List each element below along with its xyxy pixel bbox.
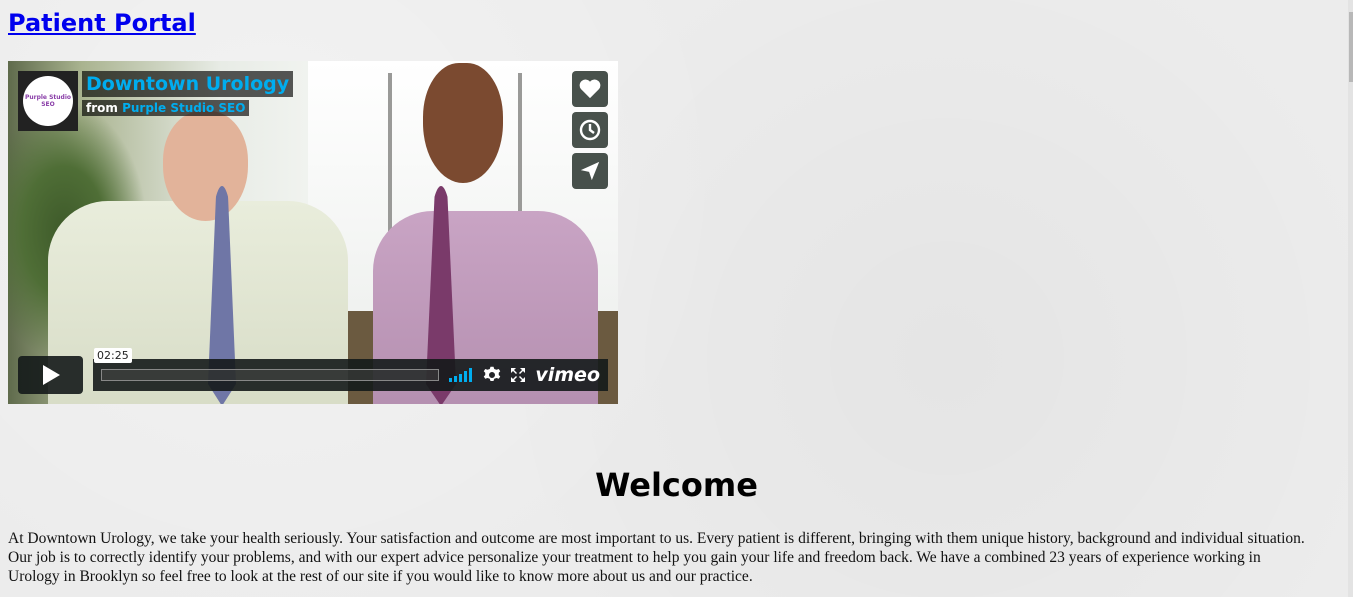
control-bar: 02:25 vimeo bbox=[93, 348, 608, 391]
page-scrollbar[interactable] bbox=[1348, 0, 1353, 597]
fullscreen-icon bbox=[511, 368, 526, 382]
video-duration: 02:25 bbox=[94, 348, 132, 363]
volume-button[interactable] bbox=[449, 368, 473, 382]
share-button[interactable] bbox=[572, 153, 608, 189]
byline-prefix: from bbox=[86, 101, 118, 115]
watch-later-button[interactable] bbox=[572, 112, 608, 148]
channel-avatar[interactable]: Purple Studio SEO bbox=[18, 71, 78, 131]
video-controls: 02:25 vimeo bbox=[18, 348, 608, 394]
play-button[interactable] bbox=[18, 356, 83, 394]
volume-bars-icon bbox=[449, 368, 473, 382]
video-side-actions bbox=[572, 71, 608, 189]
video-owner-link[interactable]: Purple Studio SEO bbox=[122, 101, 245, 115]
channel-avatar-logo: Purple Studio SEO bbox=[23, 76, 73, 126]
video-header: Purple Studio SEO Downtown Urology from … bbox=[18, 71, 294, 131]
vimeo-video-player[interactable]: Purple Studio SEO Downtown Urology from … bbox=[8, 61, 618, 404]
welcome-heading: Welcome bbox=[595, 466, 758, 504]
patient-portal-link[interactable]: Patient Portal bbox=[8, 9, 196, 37]
like-button[interactable] bbox=[572, 71, 608, 107]
send-icon bbox=[580, 161, 600, 181]
video-title[interactable]: Downtown Urology bbox=[82, 71, 294, 97]
settings-button[interactable] bbox=[483, 366, 501, 384]
fullscreen-button[interactable] bbox=[511, 368, 526, 382]
video-byline: from Purple Studio SEO bbox=[82, 100, 250, 116]
progress-bar[interactable]: 02:25 bbox=[94, 348, 440, 381]
intro-paragraph: At Downtown Urology, we take your health… bbox=[8, 530, 1305, 585]
vimeo-logo[interactable]: vimeo bbox=[535, 364, 600, 386]
heart-icon bbox=[579, 79, 601, 99]
video-person-right-head bbox=[423, 63, 503, 183]
play-icon bbox=[42, 365, 60, 385]
gear-icon bbox=[484, 366, 501, 381]
clock-icon bbox=[579, 119, 601, 141]
scrollbar-thumb[interactable] bbox=[1349, 12, 1353, 82]
